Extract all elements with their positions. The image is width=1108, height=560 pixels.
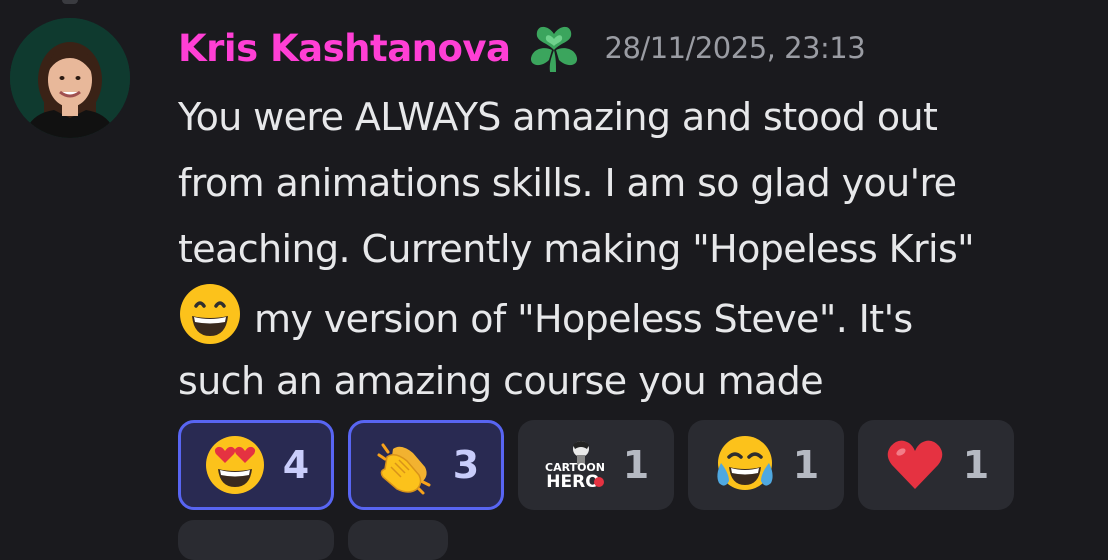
add-reaction-row-partial xyxy=(178,520,448,560)
reaction-cartoon-hero[interactable]: CARTOON HERO 1 xyxy=(518,420,674,510)
heart-eyes-face-icon xyxy=(203,433,267,497)
cartoon-hero-custom-emoji: CARTOON HERO xyxy=(543,433,607,497)
cartoon-hero-text-2: HERO xyxy=(546,472,599,492)
chat-message: Kris Kashtanova 28/11/2025, 23:13 You we… xyxy=(0,0,1108,560)
previous-message-edge xyxy=(62,0,78,4)
tears-of-joy-face-icon xyxy=(713,433,777,497)
author-name[interactable]: Kris Kashtanova xyxy=(178,27,511,70)
reaction-heart-eyes[interactable]: 4 xyxy=(178,420,334,510)
clover-heart-icon[interactable] xyxy=(525,20,583,76)
clapping-hands-icon xyxy=(373,433,437,497)
reaction-red-heart[interactable]: 1 xyxy=(858,420,1014,510)
reaction-count: 4 xyxy=(282,443,310,487)
reaction-partial[interactable] xyxy=(348,520,448,560)
reaction-count: 1 xyxy=(622,443,650,487)
grinning-face-icon[interactable] xyxy=(178,282,242,346)
message-line: teaching. Currently making "Hopeless Kri… xyxy=(178,227,975,271)
message-line: from animations skills. I am so glad you… xyxy=(178,161,957,205)
message-timestamp[interactable]: 28/11/2025, 23:13 xyxy=(605,31,866,65)
avatar[interactable] xyxy=(10,18,130,138)
reactions-bar: 4 3 CARTOON HERO 1 1 1 xyxy=(178,420,1014,510)
reaction-clap[interactable]: 3 xyxy=(348,420,504,510)
message-content: You were ALWAYS amazing and stood out fr… xyxy=(178,84,1078,414)
message-line-with-emoji: my version of "Hopeless Steve". It's xyxy=(178,282,1078,348)
red-heart-icon xyxy=(883,433,947,497)
reaction-partial[interactable] xyxy=(178,520,334,560)
reaction-tears-of-joy[interactable]: 1 xyxy=(688,420,844,510)
message-header: Kris Kashtanova 28/11/2025, 23:13 xyxy=(178,20,866,76)
message-line-text: my version of "Hopeless Steve". It's xyxy=(254,297,913,341)
reaction-count: 1 xyxy=(792,443,820,487)
reaction-count: 1 xyxy=(962,443,990,487)
reaction-count: 3 xyxy=(452,443,480,487)
message-line: such an amazing course you made xyxy=(178,359,824,403)
avatar-image xyxy=(10,18,130,138)
message-line: You were ALWAYS amazing and stood out xyxy=(178,95,938,139)
